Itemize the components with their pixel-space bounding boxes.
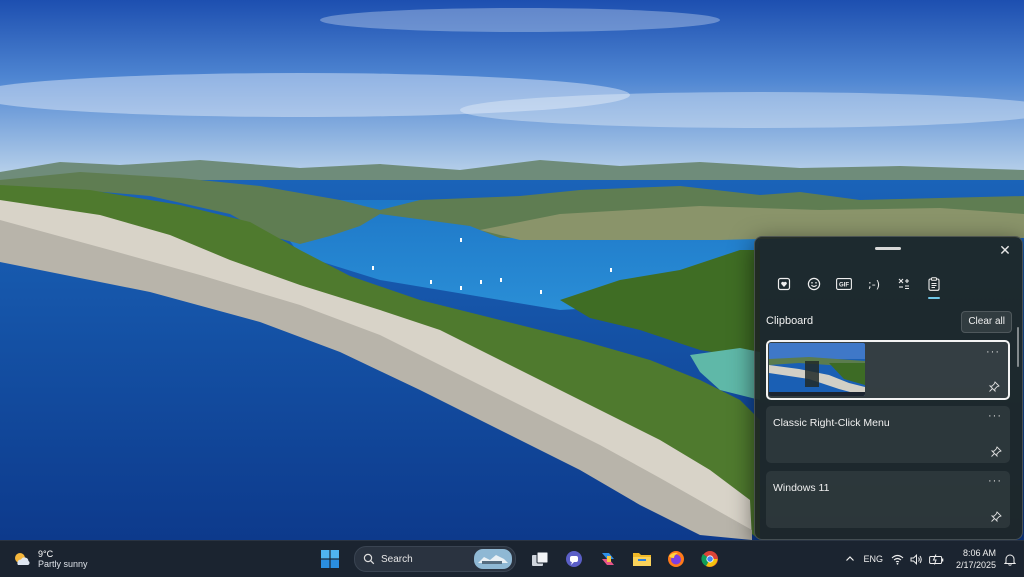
scrollbar[interactable] [1017, 327, 1019, 367]
taskbar-apps: Search [316, 545, 724, 573]
file-explorer-button[interactable] [628, 545, 656, 573]
gif-label: GIF [839, 283, 849, 289]
tab-gif[interactable]: GIF [829, 269, 859, 299]
notification-bell-icon[interactable] [1004, 553, 1016, 566]
system-tray: ENG 8:06 AM 2/17/2025 [845, 541, 1016, 577]
copilot-button[interactable] [594, 545, 622, 573]
taskbar: 9°C Partly sunny Search ENG 8:06 AM 2/17… [0, 540, 1024, 577]
clipboard-item-image[interactable]: ··· [766, 340, 1010, 400]
search-icon [363, 553, 375, 565]
search-input[interactable]: Search [354, 546, 516, 572]
symbols-icon [898, 278, 909, 290]
wifi-icon [891, 554, 904, 565]
pin-icon[interactable] [990, 446, 1002, 458]
chevron-up-icon[interactable] [845, 554, 855, 564]
tab-emoji[interactable] [799, 269, 829, 299]
clipboard-item-text[interactable]: Classic Right-Click Menu ··· [766, 406, 1010, 463]
tab-symbols[interactable] [889, 269, 919, 299]
quick-settings-button[interactable] [891, 553, 944, 565]
task-view-button[interactable] [526, 545, 554, 573]
teams-icon [566, 551, 582, 567]
clipboard-item-label: Windows 11 [773, 482, 830, 494]
firefox-icon [668, 551, 684, 567]
weather-widget[interactable]: 9°C Partly sunny [12, 546, 88, 572]
task-view-icon [532, 551, 549, 566]
firefox-button[interactable] [662, 545, 690, 573]
windows-logo-icon [321, 550, 339, 568]
panel-drag-handle[interactable] [875, 247, 901, 250]
chrome-button[interactable] [696, 545, 724, 573]
language-indicator[interactable]: ENG [863, 554, 883, 564]
gif-icon: GIF [836, 278, 852, 290]
clipboard-item-label: Classic Right-Click Menu [773, 417, 890, 429]
more-options-button[interactable]: ··· [986, 346, 1000, 358]
clipboard-item-text[interactable]: Windows 11 ··· [766, 471, 1010, 528]
panel-tabs: GIF ;-) [769, 269, 949, 301]
close-button[interactable]: ✕ [996, 241, 1014, 259]
tab-kaomoji[interactable]: ;-) [859, 269, 889, 299]
pin-icon[interactable] [990, 511, 1002, 523]
search-placeholder: Search [381, 553, 413, 565]
clear-all-button[interactable]: Clear all [961, 311, 1012, 333]
weather-temperature: 9°C [38, 548, 54, 559]
kaomoji-icon: ;-) [868, 277, 880, 291]
sticker-heart-icon [777, 277, 791, 291]
partly-sunny-icon [15, 553, 30, 565]
pin-icon[interactable] [988, 381, 1000, 393]
volume-icon [910, 553, 922, 565]
file-explorer-icon [633, 553, 651, 566]
search-highlight-icon [474, 549, 512, 569]
active-tab-indicator [928, 297, 940, 299]
clipboard-icon [928, 277, 940, 291]
tab-stickers[interactable] [769, 269, 799, 299]
tab-clipboard[interactable] [919, 269, 949, 299]
clock-time: 8:06 AM [962, 548, 996, 558]
teams-button[interactable] [560, 545, 588, 573]
section-title: Clipboard [766, 315, 814, 327]
emoji-icon [807, 277, 821, 291]
battery-charging-icon [929, 553, 944, 565]
weather-description: Partly sunny [38, 558, 88, 569]
start-button[interactable] [316, 545, 344, 573]
clock[interactable]: 8:06 AM 2/17/2025 [956, 547, 996, 571]
screenshot-thumbnail [769, 343, 865, 396]
chrome-icon [701, 551, 718, 567]
more-options-button[interactable]: ··· [988, 410, 1002, 422]
clipboard-panel: ✕ GIF ;-) Clipboard Clear all ··· Classi… [754, 236, 1023, 540]
copilot-icon [602, 553, 614, 565]
more-options-button[interactable]: ··· [988, 475, 1002, 487]
clock-date: 2/17/2025 [955, 560, 996, 570]
